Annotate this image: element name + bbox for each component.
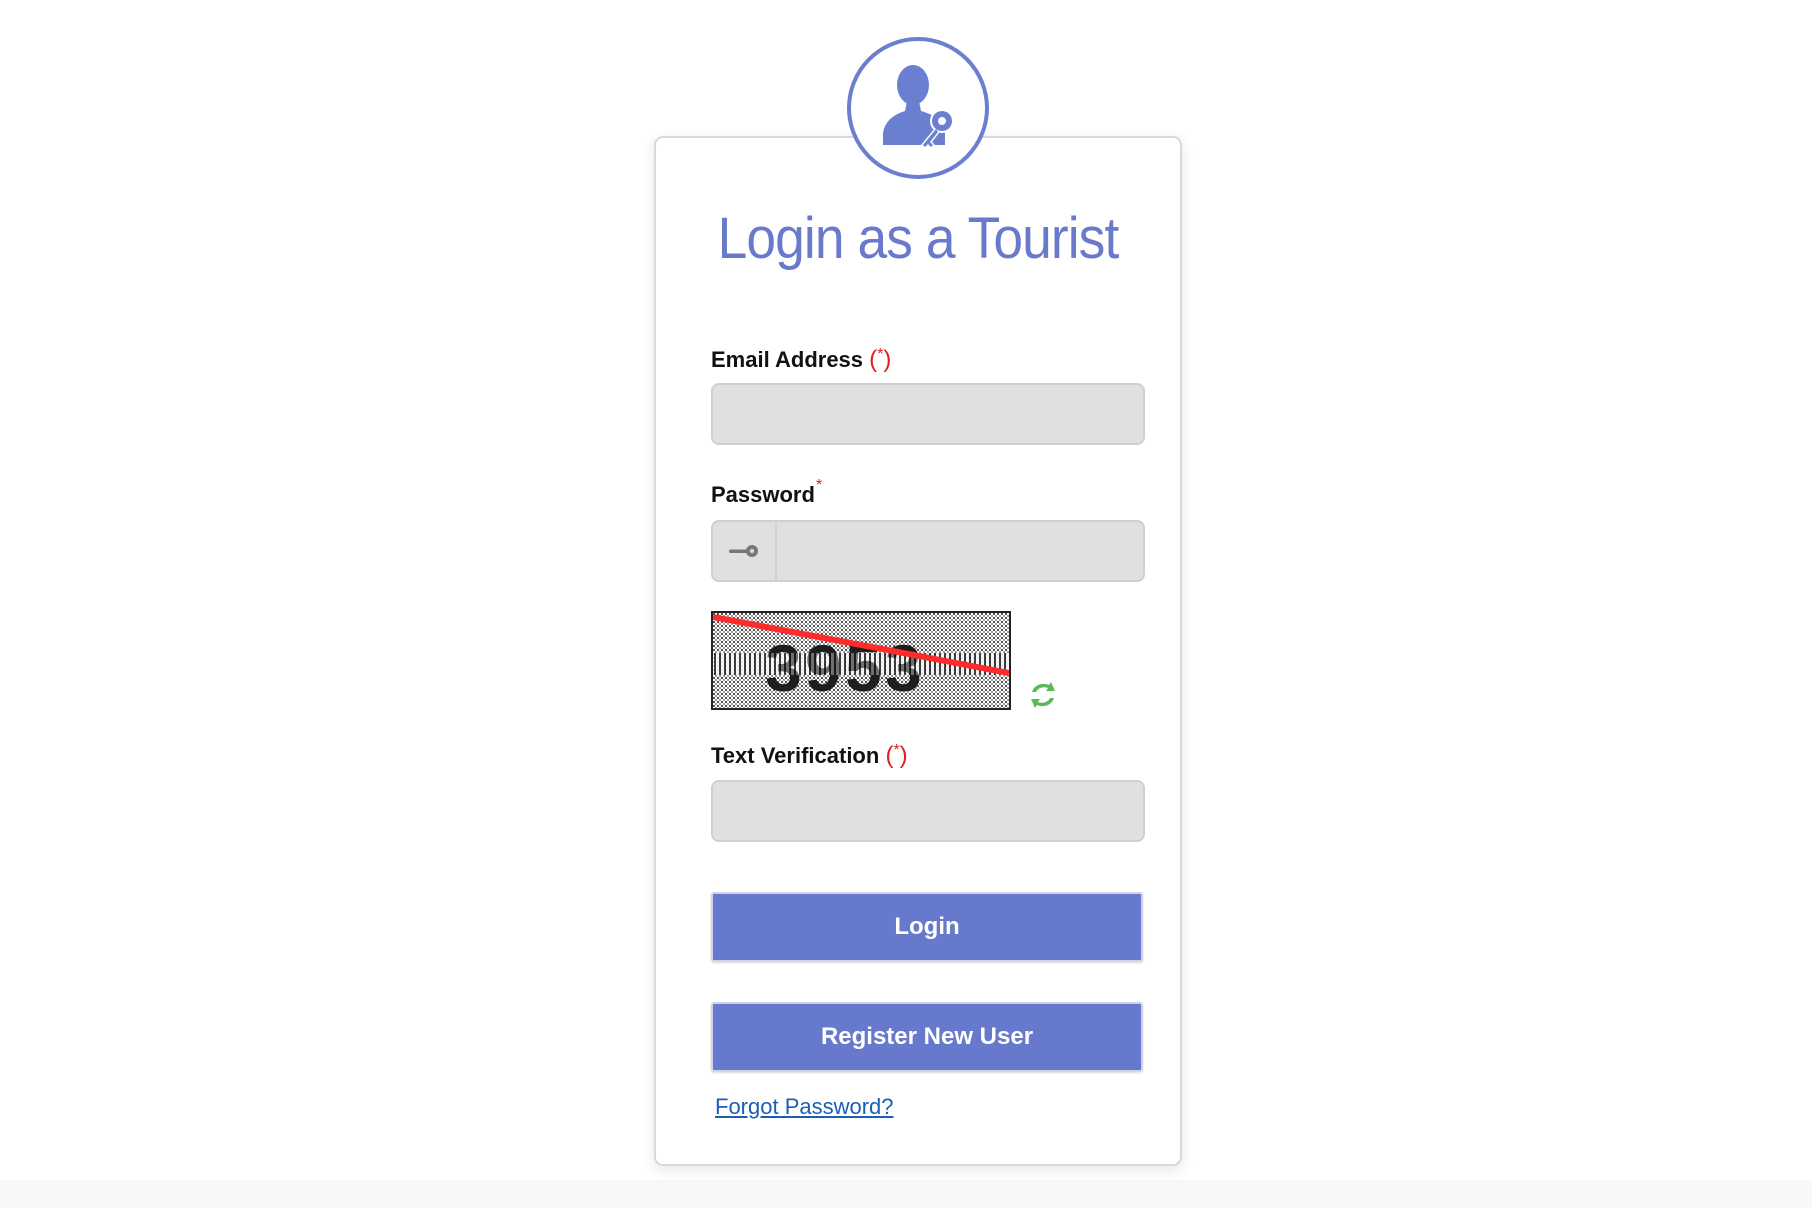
password-label: Password*	[711, 477, 823, 507]
avatar	[847, 37, 989, 179]
user-key-icon	[883, 65, 954, 149]
text-verification-label: Text Verification (*)	[711, 742, 908, 769]
register-new-user-button[interactable]: Register New User	[711, 1002, 1143, 1072]
required-marker: *	[815, 477, 823, 494]
forgot-password-link[interactable]: Forgot Password?	[715, 1094, 894, 1120]
text-verification-input[interactable]	[711, 780, 1145, 842]
password-field	[711, 520, 1145, 582]
captcha-noise: 3 9 5 3	[713, 613, 1009, 708]
email-label: Email Address (*)	[711, 346, 892, 373]
required-marker: (*)	[885, 742, 908, 769]
password-addon	[713, 522, 777, 580]
password-input[interactable]	[777, 522, 1143, 580]
refresh-captcha-button[interactable]	[1025, 677, 1061, 713]
email-input[interactable]	[711, 383, 1145, 445]
page-title: Login as a Tourist	[717, 206, 1120, 271]
captcha-image: 3 9 5 3	[711, 611, 1011, 710]
required-marker: (*)	[869, 346, 892, 373]
key-icon	[729, 545, 758, 557]
login-button[interactable]: Login	[711, 892, 1143, 962]
refresh-icon	[1031, 682, 1055, 708]
